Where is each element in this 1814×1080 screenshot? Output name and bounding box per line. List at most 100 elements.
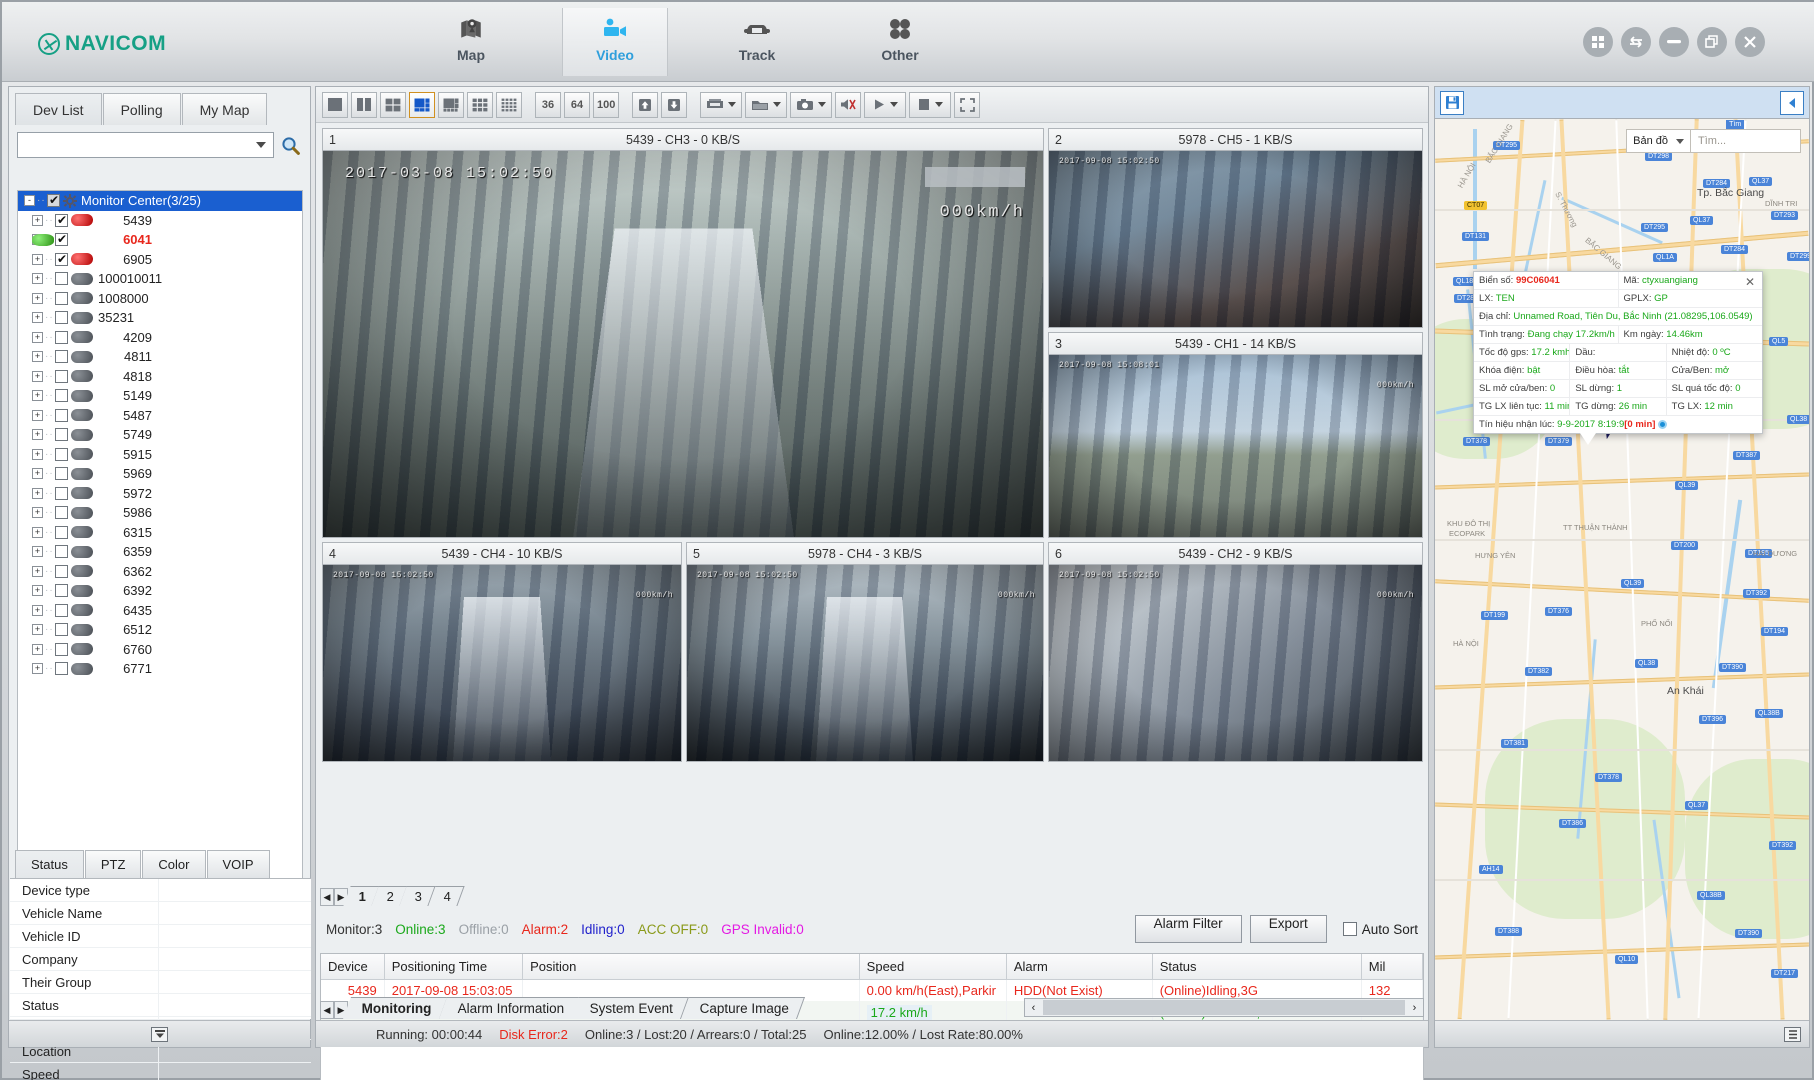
tree-node-checkbox[interactable] xyxy=(55,565,68,578)
status-tab-ptz[interactable]: PTZ xyxy=(85,850,142,878)
nav-other[interactable]: Other xyxy=(847,8,953,76)
tree-node[interactable]: +··5149 xyxy=(18,386,302,406)
tree-node-checkbox[interactable] xyxy=(55,331,68,344)
export-button[interactable]: Export xyxy=(1250,915,1327,943)
tree-node[interactable]: +··6315 xyxy=(18,523,302,543)
view-64-button[interactable]: 64 xyxy=(564,92,590,118)
tree-expander-icon[interactable]: + xyxy=(32,390,43,401)
page-up-button[interactable] xyxy=(632,92,658,118)
video-cell[interactable]: 45439 - CH4 - 10 KB/S2017-09-08 15:02:50… xyxy=(322,542,682,762)
tree-node[interactable]: +··6905 xyxy=(18,250,302,270)
video-stream[interactable]: 2017-09-08 15:02:50 xyxy=(1049,151,1422,327)
video-stream[interactable]: 2017-09-08 15:08:01000km/h xyxy=(1049,355,1422,537)
tree-node[interactable]: +··35231 xyxy=(18,308,302,328)
status-tab-status[interactable]: Status xyxy=(15,850,84,878)
table-column-header[interactable]: Mil xyxy=(1361,954,1422,979)
table-column-header[interactable]: Speed xyxy=(859,954,1006,979)
tree-root-checkbox[interactable] xyxy=(47,194,60,207)
tree-node[interactable]: +··5749 xyxy=(18,425,302,445)
tree-node[interactable]: +··6392 xyxy=(18,581,302,601)
tree-node-checkbox[interactable] xyxy=(55,662,68,675)
video-page-tab-4[interactable]: 4 xyxy=(428,886,465,906)
six-view-button[interactable] xyxy=(409,92,435,118)
video-cell[interactable]: 65439 - CH2 - 9 KB/S2017-09-08 15:02:500… xyxy=(1048,542,1423,762)
tree-node-checkbox[interactable] xyxy=(55,292,68,305)
tree-expander-icon[interactable]: + xyxy=(32,410,43,421)
tree-node[interactable]: +··6435 xyxy=(18,601,302,621)
tree-node[interactable]: +··5972 xyxy=(18,484,302,504)
tree-node[interactable]: +··4209 xyxy=(18,328,302,348)
tree-expander-icon[interactable]: + xyxy=(32,566,43,577)
tree-expander-icon[interactable]: + xyxy=(32,644,43,655)
tree-expander-icon[interactable]: + xyxy=(32,546,43,557)
tree-node[interactable]: +··1008000 xyxy=(18,289,302,309)
video-stream[interactable]: 2017-09-08 15:02:50000km/h xyxy=(687,565,1043,761)
table-column-header[interactable]: Alarm xyxy=(1006,954,1152,979)
tree-node[interactable]: +··6512 xyxy=(18,620,302,640)
tree-expander-icon[interactable]: + xyxy=(32,371,43,382)
record-folder-button[interactable] xyxy=(745,92,787,118)
tree-node-checkbox[interactable] xyxy=(55,623,68,636)
scroll-right-arrow[interactable]: › xyxy=(1406,1002,1423,1014)
page-down-button[interactable] xyxy=(661,92,687,118)
tree-expander-icon[interactable]: + xyxy=(32,663,43,674)
video-cell[interactable]: 55978 - CH4 - 3 KB/S2017-09-08 15:02:500… xyxy=(686,542,1044,762)
minimize-icon-button[interactable] xyxy=(1659,27,1689,57)
tree-node-checkbox[interactable] xyxy=(55,233,68,246)
tree-expander-icon[interactable]: + xyxy=(32,605,43,616)
device-tree[interactable]: -··Monitor Center(3/25)+··5439+··6041+··… xyxy=(17,190,303,880)
tree-node[interactable]: +··6359 xyxy=(18,542,302,562)
tree-node[interactable]: +··6041 xyxy=(18,230,302,250)
tree-node-checkbox[interactable] xyxy=(55,467,68,480)
magnifier-icon[interactable] xyxy=(278,133,302,157)
tree-node-checkbox[interactable] xyxy=(55,448,68,461)
tree-expander-icon[interactable]: + xyxy=(32,293,43,304)
view-100-button[interactable]: 100 xyxy=(593,92,619,118)
video-cell[interactable]: 35439 - CH1 - 14 KB/S2017-09-08 15:08:01… xyxy=(1048,332,1423,538)
page-prev-button[interactable]: ◀ xyxy=(320,888,334,906)
tree-expander-icon[interactable]: + xyxy=(32,273,43,284)
alarm-filter-button[interactable]: Alarm Filter xyxy=(1135,915,1242,943)
tree-node-checkbox[interactable] xyxy=(55,545,68,558)
tree-expander-icon[interactable]: + xyxy=(32,312,43,323)
tree-node[interactable]: +··100010011 xyxy=(18,269,302,289)
swap-icon-button[interactable] xyxy=(1621,27,1651,57)
chevron-left-icon[interactable] xyxy=(1780,91,1804,115)
map-expand-button[interactable] xyxy=(1784,1027,1801,1042)
tree-node-checkbox[interactable] xyxy=(55,409,68,422)
tree-node-checkbox[interactable] xyxy=(55,487,68,500)
auto-sort-checkbox[interactable]: Auto Sort xyxy=(1343,922,1418,937)
restore-icon-button[interactable] xyxy=(1697,27,1727,57)
table-column-header[interactable]: Positioning Time xyxy=(384,954,522,979)
status-tab-voip[interactable]: VOIP xyxy=(207,850,270,878)
table-column-header[interactable]: Position xyxy=(523,954,860,979)
nine-view-button[interactable] xyxy=(467,92,493,118)
video-stream[interactable]: 2017-09-08 15:02:50000km/h xyxy=(323,565,681,761)
popup-close-icon[interactable]: ✕ xyxy=(1745,275,1755,289)
map-search-input[interactable]: Tìm... xyxy=(1691,129,1801,153)
tree-expander-icon[interactable]: - xyxy=(24,195,35,206)
stream-select-button[interactable] xyxy=(700,92,742,118)
tree-node[interactable]: +··5487 xyxy=(18,406,302,426)
tree-node[interactable]: +··4811 xyxy=(18,347,302,367)
dual-view-button[interactable] xyxy=(351,92,377,118)
fullscreen-button[interactable] xyxy=(954,92,980,118)
tree-node-checkbox[interactable] xyxy=(55,311,68,324)
tree-node-checkbox[interactable] xyxy=(55,370,68,383)
tree-node[interactable]: +··6760 xyxy=(18,640,302,660)
tree-expander-icon[interactable]: + xyxy=(32,468,43,479)
tree-node-checkbox[interactable] xyxy=(55,584,68,597)
single-view-button[interactable] xyxy=(322,92,348,118)
sidebar-collapse-button[interactable] xyxy=(151,1027,168,1042)
audio-button[interactable] xyxy=(835,92,861,118)
nav-map[interactable]: Map xyxy=(418,8,524,76)
tree-node-checkbox[interactable] xyxy=(55,643,68,656)
video-cell[interactable]: 15439 - CH3 - 0 KB/S2017-03-08 15:02:500… xyxy=(322,128,1044,538)
bottom-tab-system-event[interactable]: System Event xyxy=(571,997,689,1019)
bottom-tab-monitoring[interactable]: Monitoring xyxy=(343,997,448,1019)
bottom-tab-capture-image[interactable]: Capture Image xyxy=(681,997,805,1019)
tree-expander-icon[interactable]: + xyxy=(32,332,43,343)
tree-expander-icon[interactable]: + xyxy=(32,215,43,226)
grid-icon-button[interactable] xyxy=(1583,27,1613,57)
play-button[interactable] xyxy=(864,92,906,118)
